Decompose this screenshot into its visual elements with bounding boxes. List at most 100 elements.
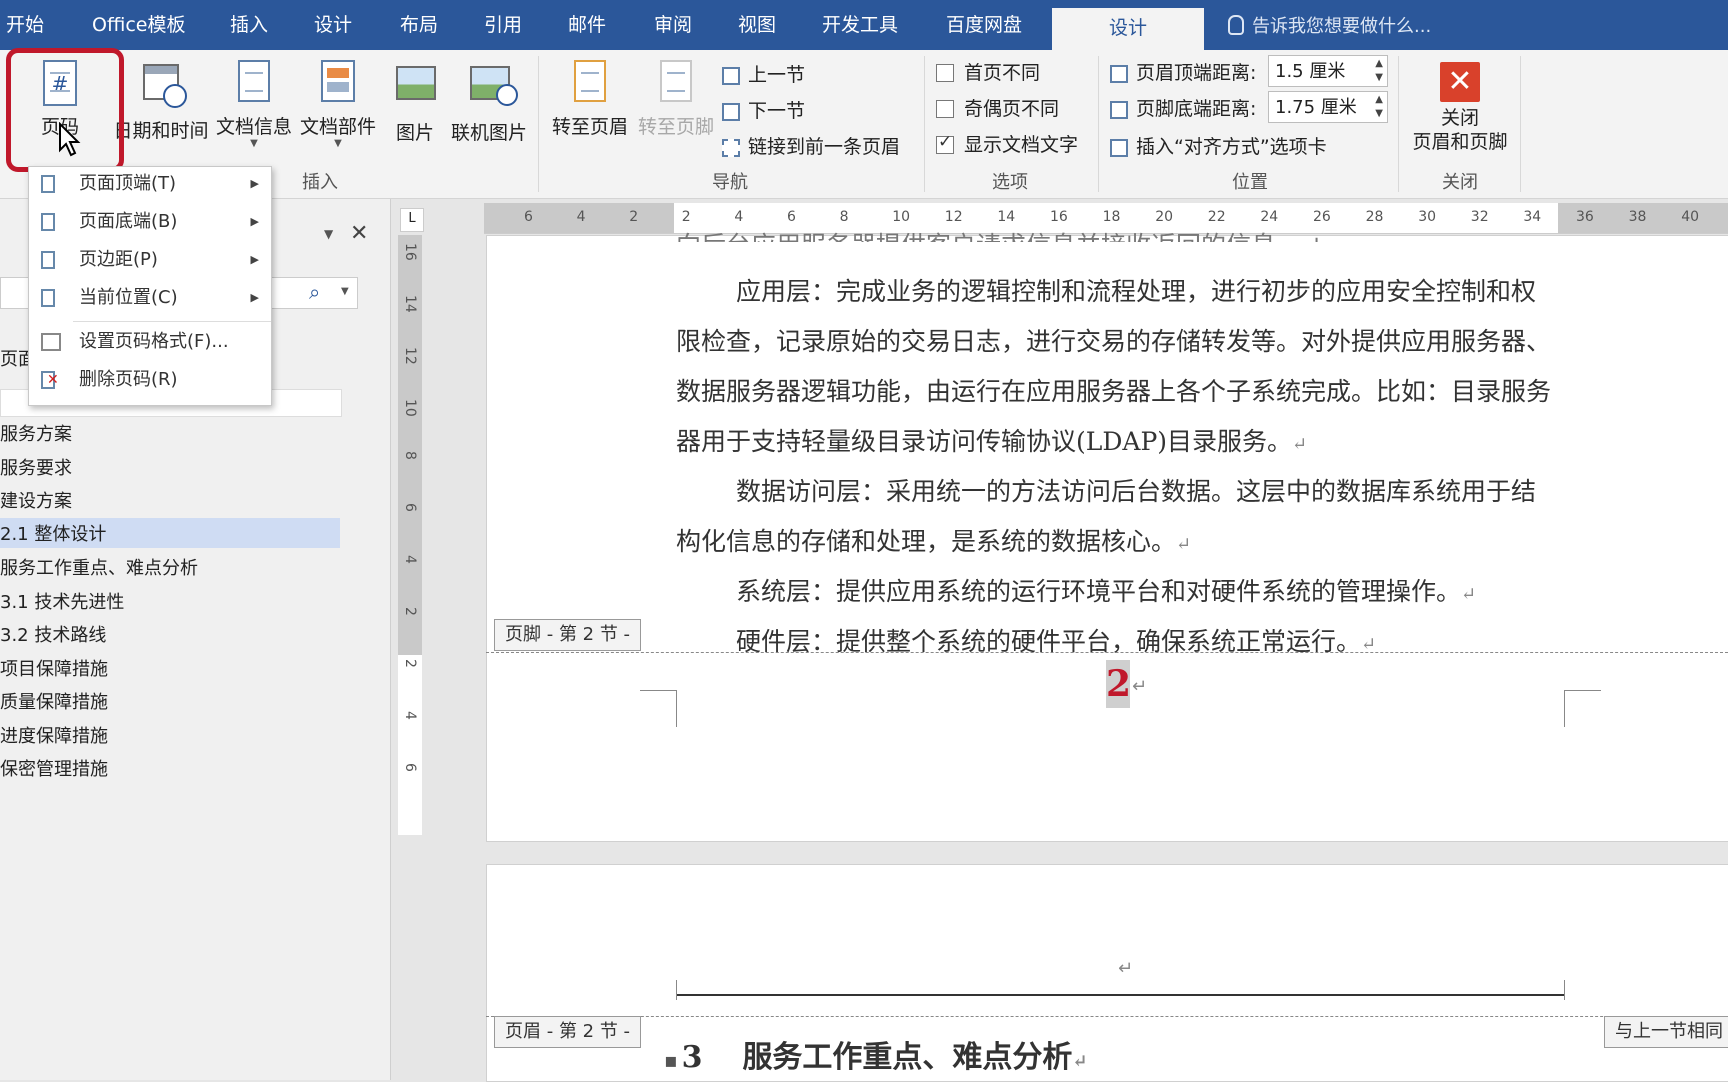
nav-heading-item[interactable]: 3.2 技术路线 [0,621,106,647]
tab-home[interactable]: 开始 [6,0,44,50]
nav-heading-item[interactable]: 服务方案 [0,420,72,446]
nav-heading-item[interactable]: 质量保障措施 [0,688,108,714]
header-top-distance-spinner[interactable]: 1.5 厘米 ▲ ▼ [1268,55,1388,87]
header-top-distance-label: 页眉顶端距离: [1110,58,1256,85]
page-number-field[interactable]: 2 [1106,660,1131,708]
insert-alignment-tab-label: 插入“对齐方式”选项卡 [1136,136,1327,158]
body-text-line[interactable]: 数据服务器逻辑功能，由运行在应用服务器上各个子系统完成。比如：目录服务 [676,372,1551,408]
ruler-tick-label: 14 [402,295,418,313]
tab-mailings[interactable]: 邮件 [568,0,606,50]
nav-heading-item[interactable]: 进度保障措施 [0,722,108,748]
menu-item-remove-page-numbers[interactable]: ✕ 删除页码(R) [29,363,271,397]
group-separator [538,56,539,192]
spinner-arrows-icon[interactable]: ▲ ▼ [1375,93,1383,121]
ruler-tick-label: 2 [681,209,691,225]
body-text-line[interactable]: 构化信息的存储和处理，是系统的数据核心。↵ [676,522,1191,558]
document-info-button[interactable]: 文档信息 ▼ [214,60,294,149]
ruler-tick-label: 6 [402,763,418,772]
body-text-line[interactable]: 应用层：完成业务的逻辑控制和流程处理，进行初步的应用安全控制和权 [736,272,1536,308]
footer-boundary-line [486,652,1728,653]
tab-insert[interactable]: 插入 [230,0,268,50]
menu-item-top-of-page[interactable]: 页面顶端(T) ▶ [29,167,271,201]
submenu-arrow-icon: ▶ [250,253,259,266]
ruler-tick-label: 26 [1313,209,1331,225]
tab-header-footer-design[interactable]: 设计 [1052,8,1204,50]
tab-view[interactable]: 视图 [738,0,776,50]
date-time-button[interactable]: 日期和时间 [112,60,210,143]
pane-options-dropdown-icon[interactable]: ▼ [324,227,333,241]
pictures-button[interactable]: 图片 [390,60,440,145]
body-text-line[interactable]: 数据访问层：采用统一的方法访问后台数据。这层中的数据库系统用于结 [736,472,1536,508]
different-odd-even-checkbox[interactable]: 奇偶页不同 [936,94,1059,121]
ruler-tick-label: 2 [402,659,418,668]
menu-item-bottom-of-page[interactable]: 页面底端(B) ▶ [29,205,271,239]
ruler-tick-label: 6 [524,209,533,225]
next-section-button[interactable]: 下一节 [722,96,805,123]
format-page-numbers-icon [41,333,61,351]
tab-design[interactable]: 设计 [314,0,352,50]
footer-section-tag: 页脚 - 第 2 节 - [494,619,642,651]
ruler-tick-label: 10 [402,399,418,417]
body-text-line[interactable]: 向后台应用服务器提供客户请求信息并接收返回的信息。↵ [676,226,1322,242]
submenu-arrow-icon: ▶ [250,291,259,304]
different-first-page-checkbox[interactable]: 首页不同 [936,58,1040,85]
goto-header-button[interactable]: 转至页眉 [548,60,632,139]
checkbox-checked [936,132,954,154]
tab-selector-button[interactable]: L [400,208,424,232]
close-header-footer-button[interactable]: ✕ 关闭 页眉和页脚 [1404,62,1516,154]
same-as-previous-tag: 与上一节相同 [1604,1016,1728,1048]
group-separator [1398,56,1399,192]
tell-me-search[interactable]: 告诉我您想要做什么... [1228,0,1431,50]
footer-bottom-distance-spinner[interactable]: 1.75 厘米 ▲ ▼ [1268,91,1388,123]
show-document-text-checkbox[interactable]: 显示文档文字 [936,130,1078,157]
body-text-line[interactable]: 限检查，记录原始的交易日志，进行交易的存储转发等。对外提供应用服务器、 [676,322,1551,358]
spinner-arrows-icon[interactable]: ▲ ▼ [1375,57,1383,85]
tab-references[interactable]: 引用 [484,0,522,50]
tab-baidu-netdisk[interactable]: 百度网盘 [946,0,1022,50]
tab-layout[interactable]: 布局 [400,0,438,50]
ruler-tick-label: 34 [1523,209,1542,225]
close-pane-icon[interactable]: ✕ [350,221,368,246]
section-heading[interactable]: ▪ 3 服务工作重点、难点分析↵ [664,1032,1088,1076]
nav-heading-item[interactable]: 项目保障措施 [0,655,108,681]
ruler-tick-label: 32 [1470,209,1489,225]
search-dropdown-icon[interactable]: ▼ [341,286,349,297]
tab-office-templates[interactable]: Office模板 [92,0,185,50]
quick-parts-button[interactable]: 文档部件 ▼ [298,60,378,149]
tab-developer[interactable]: 开发工具 [822,0,898,50]
ruler-tick-label: 22 [1207,209,1226,225]
nav-heading-item[interactable]: 3.1 技术先进性 [0,588,124,614]
ruler-tick-label: 4 [402,711,418,720]
ruler-tick-label: 36 [1576,209,1594,225]
page-margins-icon [41,251,55,269]
online-picture-icon [470,66,518,112]
nav-heading-item[interactable]: 建设方案 [0,487,72,513]
body-text-line[interactable]: 器用于支持轻量级目录访问传输协议(LDAP)目录服务。↵ [676,422,1307,458]
close-label-line2: 页眉和页脚 [1412,131,1508,153]
menu-item-format-page-numbers[interactable]: 设置页码格式(F)... [29,325,271,359]
ruler-tick-label: 24 [1260,209,1279,225]
header-top-distance-text: 页眉顶端距离: [1136,62,1257,84]
nav-heading-item[interactable]: 保密管理措施 [0,755,108,781]
nav-heading-item-selected[interactable]: 2.1 整体设计 [0,520,106,546]
goto-footer-button[interactable]: 转至页脚 [634,60,718,139]
vertical-ruler[interactable]: 16 14 12 10 8 6 4 2 2 4 6 [398,235,422,835]
paragraph-mark: ↵ [1461,584,1477,605]
page-bottom-icon [41,213,55,231]
next-section-label: 下一节 [748,100,806,122]
nav-heading-item[interactable]: 服务工作重点、难点分析 [0,554,198,580]
close-icon: ✕ [1440,62,1480,102]
online-pictures-button[interactable]: 联机图片 [448,60,530,145]
document-info-label: 文档信息 [215,116,292,138]
body-text-line[interactable]: 系统层：提供应用系统的运行环境平台和对硬件系统的管理操作。↵ [736,572,1476,608]
search-icon[interactable]: ⌕ [309,280,320,304]
menu-item-page-margins[interactable]: 页边距(P) ▶ [29,243,271,277]
insert-alignment-tab-button[interactable]: 插入“对齐方式”选项卡 [1110,132,1327,159]
tab-review[interactable]: 审阅 [654,0,692,50]
link-to-previous-button[interactable]: 链接到前一条页眉 [722,132,900,159]
goto-footer-icon [657,60,695,106]
previous-section-button[interactable]: 上一节 [722,60,805,87]
header-section-tag: 页眉 - 第 2 节 - [494,1016,642,1048]
menu-item-current-position[interactable]: 当前位置(C) ▶ [29,281,271,315]
nav-heading-item[interactable]: 服务要求 [0,454,72,480]
